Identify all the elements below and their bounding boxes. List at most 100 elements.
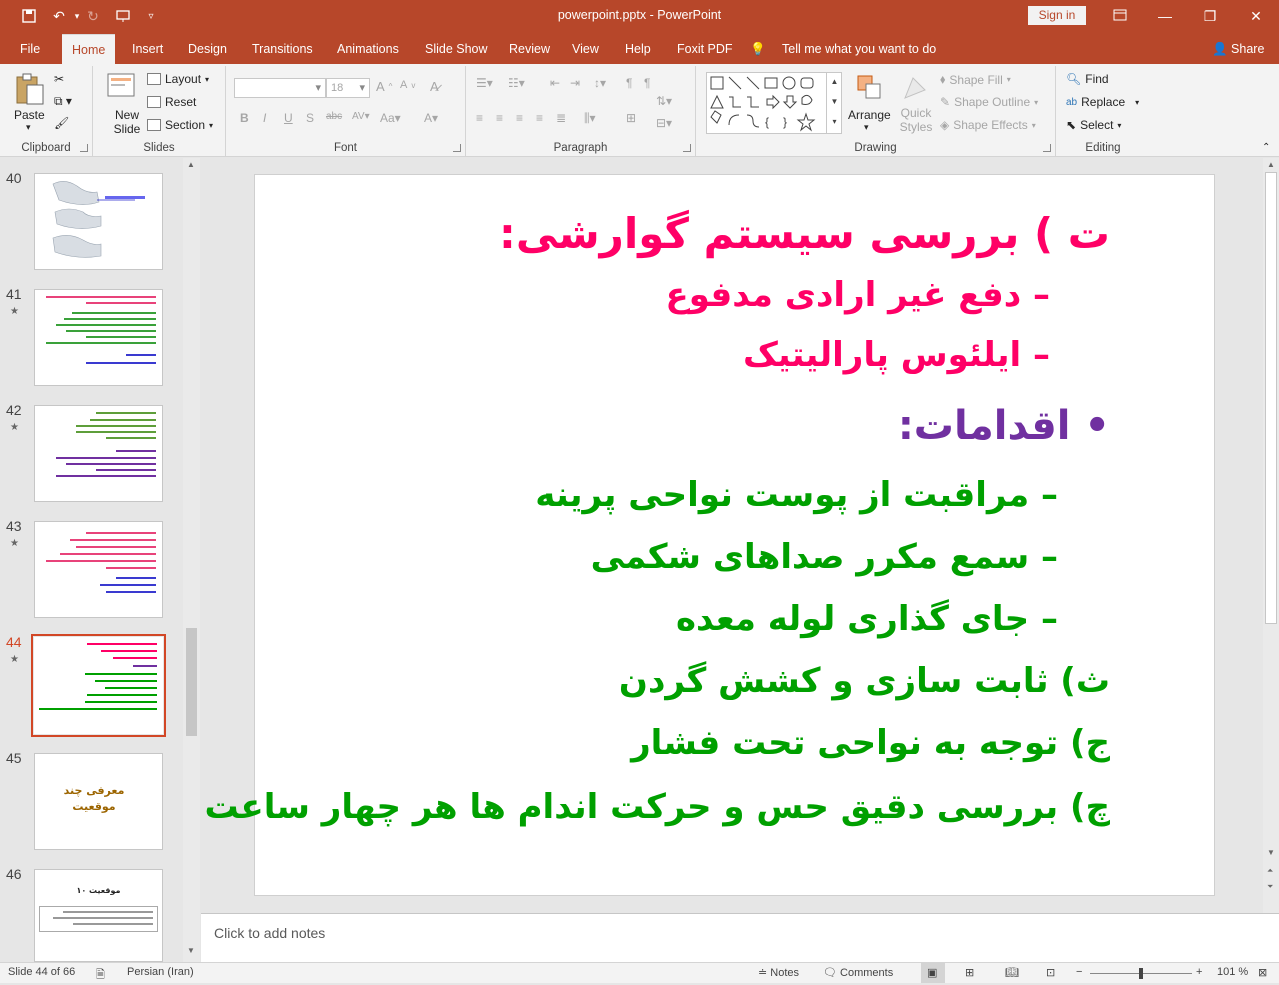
scroll-up-icon[interactable]: ▲ (1267, 160, 1275, 169)
slide-sorter-view-icon[interactable]: ⊞ (965, 966, 974, 979)
tab-file[interactable]: File (10, 34, 50, 64)
reading-view-icon[interactable]: 📖︎ (1005, 966, 1019, 979)
close-icon[interactable]: ✕ (1238, 4, 1274, 28)
slide-line-6[interactable]: – سمع مکرر صداهای شکمی (591, 537, 1058, 577)
scroll-down-icon[interactable]: ▼ (187, 946, 195, 955)
zoom-in-icon[interactable]: + (1196, 966, 1202, 978)
bold-icon[interactable]: B (240, 111, 249, 125)
arrange-button[interactable]: Arrange (848, 108, 891, 122)
new-slide-button[interactable]: New Slide (109, 108, 145, 136)
increase-indent-icon[interactable]: ⇥ (570, 76, 580, 90)
columns-icon[interactable]: ⫼▾ (584, 111, 596, 126)
slide-line-2[interactable]: – دفع غیر ارادی مدفوع (665, 275, 1050, 315)
decrease-font-icon[interactable]: Av (400, 79, 415, 91)
slide-thumbnail-43[interactable] (34, 521, 163, 618)
quick-styles-button[interactable]: Quick Styles (896, 106, 936, 134)
tab-home[interactable]: Home (62, 34, 116, 64)
smartart-icon[interactable]: ⊞ (626, 111, 636, 125)
minimize-icon[interactable]: — (1147, 4, 1183, 28)
share-button[interactable]: 👤 Share (1202, 34, 1274, 64)
tab-review[interactable]: Review (499, 34, 560, 64)
tab-help[interactable]: Help (615, 34, 661, 64)
next-slide-icon[interactable]: ⏷ (1267, 882, 1273, 892)
replace-button[interactable]: ab Replace ▾ (1066, 95, 1139, 109)
increase-font-icon[interactable]: A ^ (376, 79, 392, 94)
slide-thumbnail-40[interactable] (34, 173, 163, 270)
shadow-icon[interactable]: S (306, 111, 314, 125)
zoom-out-icon[interactable]: − (1076, 966, 1082, 978)
align-center-icon[interactable]: ≡ (496, 111, 503, 125)
align-left-icon[interactable]: ≡ (476, 111, 483, 125)
tab-slide-show[interactable]: Slide Show (415, 34, 498, 64)
slide-thumbnail-45[interactable]: معرفی چند موقعیت (34, 753, 163, 850)
collapse-ribbon-icon[interactable]: ⌃ (1262, 142, 1270, 153)
normal-view-button[interactable]: ▣ (921, 963, 945, 983)
tab-design[interactable]: Design (178, 34, 237, 64)
tab-insert[interactable]: Insert (122, 34, 173, 64)
comments-toggle[interactable]: 🗨 Comments (823, 966, 893, 979)
paste-icon[interactable] (14, 72, 46, 105)
slide-scrollbar[interactable]: ▲ ▼ ⏶ ⏷ (1263, 158, 1279, 913)
select-button[interactable]: ⬉ Select ▾ (1066, 118, 1121, 132)
cut-icon[interactable]: ✂ (54, 72, 64, 86)
slide-line-5[interactable]: – مراقبت از پوست نواحی پرینه (535, 475, 1058, 515)
tab-transitions[interactable]: Transitions (242, 34, 323, 64)
shape-effects-button[interactable]: ◈ Shape Effects ▾ (940, 118, 1036, 132)
slide-line-9[interactable]: ج) توجه به نواحی تحت فشار (631, 723, 1110, 763)
slide-line-7[interactable]: – جای گذاری لوله معده (676, 599, 1058, 639)
shape-fill-button[interactable]: ⬧ Shape Fill ▾ (940, 72, 1011, 87)
font-size-combo[interactable]: 18 ▾ (326, 78, 370, 98)
slide-line-4[interactable]: • اقدامات: (898, 403, 1110, 449)
thumbnails-scroll-thumb[interactable] (186, 628, 197, 736)
font-color-icon[interactable]: A▾ (424, 111, 438, 125)
shape-outline-button[interactable]: ✎ Shape Outline ▾ (940, 95, 1038, 109)
tab-animations[interactable]: Animations (327, 34, 409, 64)
slide-thumbnail-46[interactable]: موقعیت ۱۰ (34, 869, 163, 962)
slide-canvas[interactable]: ت ) بررسی سیستم گوارشی: – دفع غیر ارادی … (205, 174, 1215, 896)
slide-line-8[interactable]: ث) ثابت سازی و کشش گردن (619, 661, 1110, 701)
reset-button[interactable]: Reset (147, 95, 196, 109)
font-name-combo[interactable]: ▾ (234, 78, 326, 98)
tab-view[interactable]: View (562, 34, 609, 64)
slide-thumbnail-42[interactable] (34, 405, 163, 502)
previous-slide-icon[interactable]: ⏶ (1267, 866, 1273, 876)
language-indicator[interactable]: Persian (Iran) (127, 966, 194, 978)
zoom-slider[interactable] (1090, 968, 1192, 979)
slide-show-view-icon[interactable]: ⊡ (1046, 966, 1055, 979)
italic-icon[interactable]: I (263, 111, 266, 125)
strikethrough-icon[interactable]: abc (326, 111, 342, 122)
slide-line-3[interactable]: – ایلئوس پارالیتیک (743, 335, 1050, 375)
slide-thumbnail-44[interactable] (34, 637, 163, 734)
text-direction-icon[interactable]: ⇅▾ (656, 94, 672, 108)
bullets-icon[interactable]: ☰▾ (476, 76, 493, 90)
clipboard-launcher-icon[interactable] (80, 144, 88, 152)
paste-dropdown-icon[interactable]: ▾ (26, 122, 31, 133)
decrease-indent-icon[interactable]: ⇤ (550, 76, 560, 90)
notes-toggle[interactable]: ≐ Notes (758, 966, 799, 979)
numbering-icon[interactable]: ☷▾ (508, 76, 525, 90)
underline-icon[interactable]: U (284, 111, 293, 125)
notes-placeholder[interactable]: Click to add notes (214, 925, 325, 941)
clear-formatting-icon[interactable]: A̷ (430, 79, 439, 94)
quick-styles-icon[interactable] (899, 72, 931, 104)
tell-me-search[interactable]: Tell me what you want to do (772, 34, 946, 64)
copy-icon[interactable]: ⧉ ▾ (54, 94, 72, 109)
paragraph-launcher-icon[interactable] (683, 144, 691, 152)
font-launcher-icon[interactable] (453, 144, 461, 152)
ribbon-display-options-icon[interactable] (1102, 4, 1138, 28)
zoom-level[interactable]: 101 % (1217, 966, 1248, 978)
shapes-gallery[interactable]: { } (706, 72, 842, 134)
shapes-gallery-scroll[interactable]: ▲ ▼ ▾ (826, 72, 842, 134)
scroll-up-icon[interactable]: ▲ (187, 160, 195, 169)
layout-button[interactable]: Layout ▾ (147, 72, 209, 86)
slide-line-1[interactable]: ت ) بررسی سیستم گوارشی: (499, 209, 1110, 258)
scroll-down-icon[interactable]: ▼ (1267, 848, 1275, 857)
drawing-launcher-icon[interactable] (1043, 144, 1051, 152)
find-button[interactable]: 🔍︎ Find (1066, 72, 1109, 86)
distributed-icon[interactable]: ≣ (556, 111, 566, 125)
character-spacing-icon[interactable]: AV▾ (352, 111, 370, 122)
fit-to-window-icon[interactable]: ⊠ (1258, 966, 1267, 979)
tab-foxit-pdf[interactable]: Foxit PDF (667, 34, 743, 64)
spell-check-icon[interactable]: 🗎 (96, 966, 105, 985)
align-text-icon[interactable]: ⊟▾ (656, 116, 672, 130)
